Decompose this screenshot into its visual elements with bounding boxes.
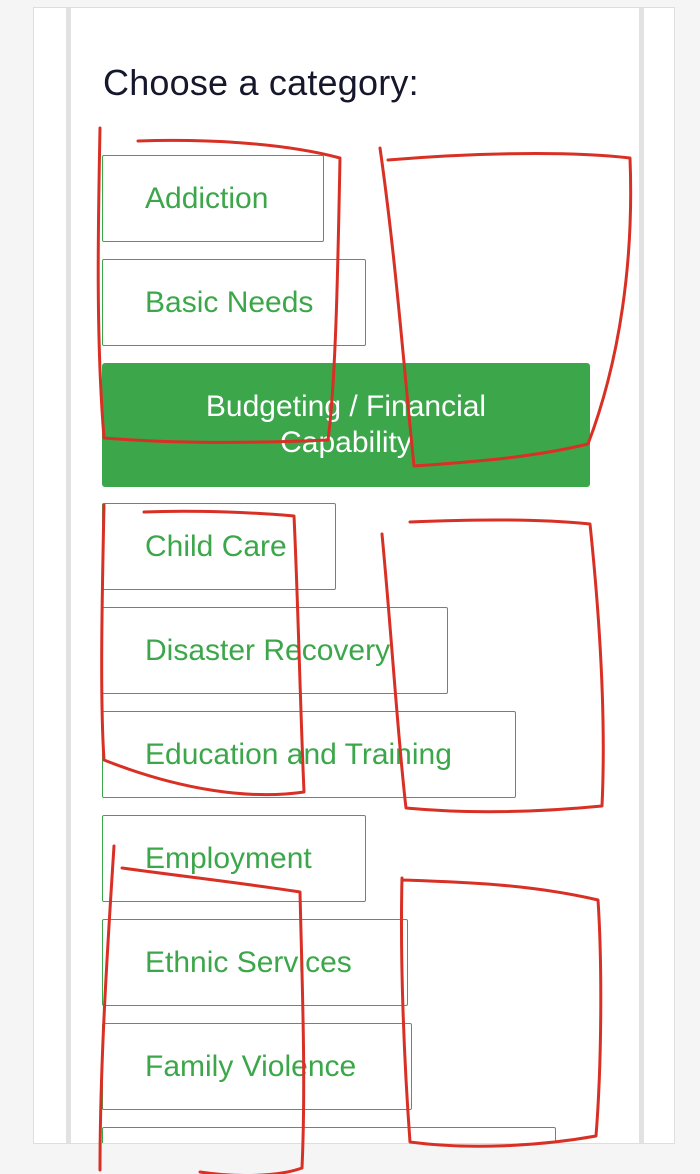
category-button-disaster-recovery[interactable]: Disaster Recovery xyxy=(102,607,448,694)
panel-rail-left xyxy=(66,8,71,1143)
category-button-budgeting-financial-capability[interactable]: Budgeting / Financial Capability xyxy=(102,363,590,487)
category-button-employment[interactable]: Employment xyxy=(102,815,366,902)
category-button-ethnic-services[interactable]: Ethnic Services xyxy=(102,919,408,1006)
category-button-education-and-training[interactable]: Education and Training xyxy=(102,711,516,798)
category-button-basic-needs[interactable]: Basic Needs xyxy=(102,259,366,346)
category-button-addiction[interactable]: Addiction xyxy=(102,155,324,242)
page-title: Choose a category: xyxy=(103,62,419,103)
category-button-child-care[interactable]: Child Care xyxy=(102,503,336,590)
category-button-partial[interactable] xyxy=(102,1127,556,1143)
category-panel: Choose a category: Addiction Basic Needs… xyxy=(33,7,675,1144)
category-button-family-violence[interactable]: Family Violence xyxy=(102,1023,412,1110)
panel-rail-right xyxy=(639,8,644,1143)
